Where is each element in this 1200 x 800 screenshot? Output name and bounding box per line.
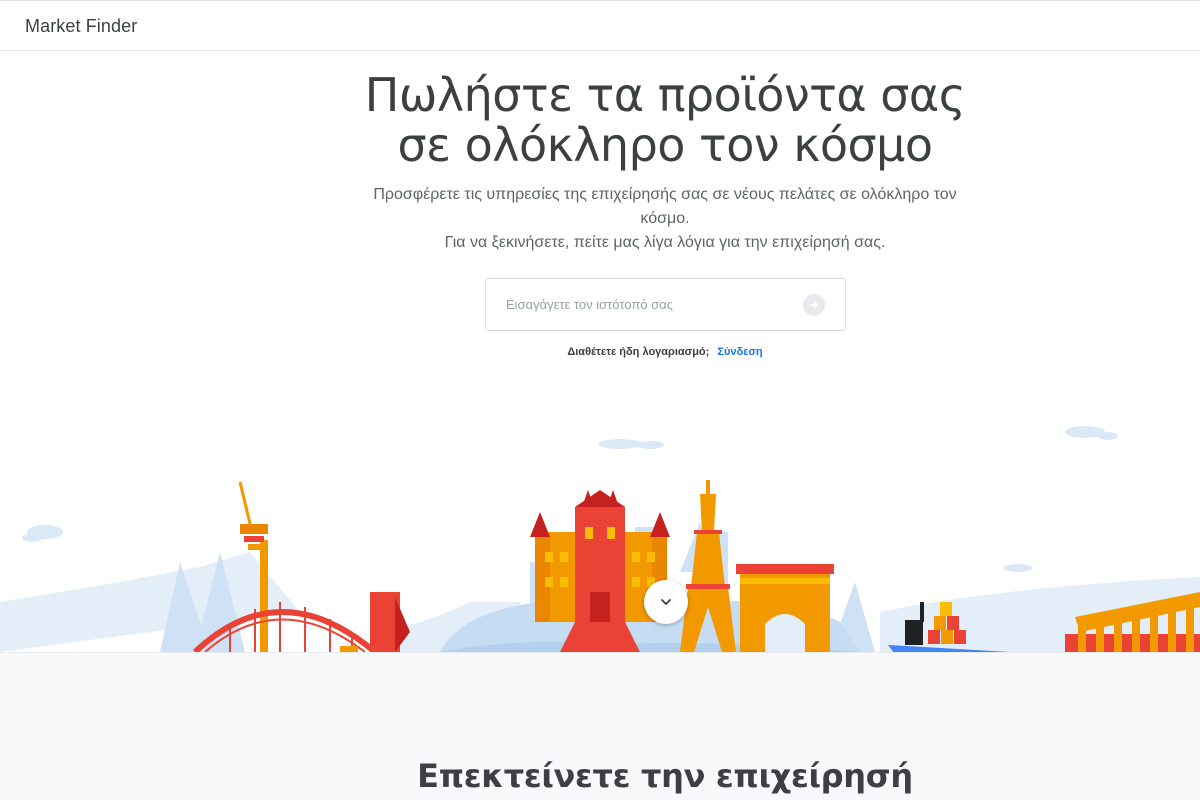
page-title-line-2: σε ολόκληρο τον κόσμο xyxy=(397,118,933,172)
hero-subtitle-line-2: Για να ξεκινήσετε, πείτε μας λίγα λόγια … xyxy=(444,234,886,251)
page-title: Πωλήστε τα προϊόντα σας σε ολόκληρο τον … xyxy=(200,70,1130,170)
page-title-line-1: Πωλήστε τα προϊόντα σας xyxy=(364,68,966,122)
hero-subtitle-line-1: Προσφέρετε τις υπηρεσίες της επιχείρησής… xyxy=(373,186,957,227)
chevron-down-icon xyxy=(661,599,671,605)
submit-url-button[interactable] xyxy=(803,294,825,316)
top-app-bar: Market Finder xyxy=(0,0,1200,51)
world-landmarks-illustration xyxy=(0,426,1200,652)
signin-link[interactable]: Σύνδεση xyxy=(717,346,762,358)
account-question: Διαθέτετε ήδη λογαριασμό; xyxy=(567,346,710,358)
scroll-down-button[interactable] xyxy=(644,580,688,624)
arrow-right-icon xyxy=(809,301,818,309)
website-url-input[interactable] xyxy=(486,279,786,330)
expand-section: Επεκτείνετε την επιχείρησή xyxy=(0,652,1200,800)
hero-subtitle: Προσφέρετε τις υπηρεσίες της επιχείρησής… xyxy=(300,183,1030,255)
app-logo[interactable]: Market Finder xyxy=(25,16,137,37)
arc-de-triomphe-landmark xyxy=(736,564,834,652)
website-search-box xyxy=(485,278,846,331)
section-title: Επεκτείνετε την επιχείρησή xyxy=(417,757,913,795)
signin-prompt: Διαθέτετε ήδη λογαριασμό; Σύνδεση xyxy=(300,346,1030,358)
hero-section: Πωλήστε τα προϊόντα σας σε ολόκληρο τον … xyxy=(0,52,1200,652)
